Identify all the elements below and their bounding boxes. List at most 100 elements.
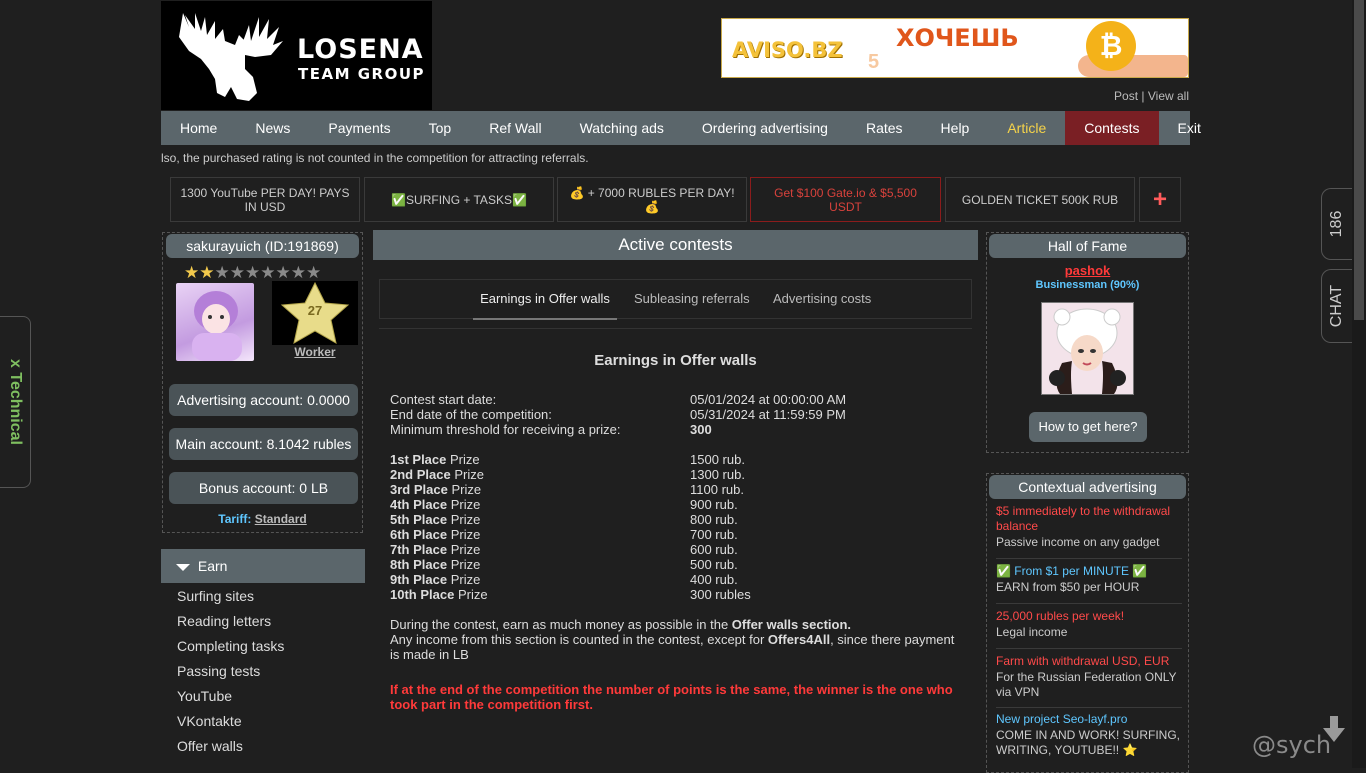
fame-status: Businessman (90%)	[1035, 279, 1140, 291]
tariff-label: Tariff:	[218, 512, 252, 526]
nav-ordering-advertising[interactable]: Ordering advertising	[683, 111, 847, 145]
contest-tabs: Earnings in Offer walls Subleasing refer…	[379, 279, 972, 320]
tab-advertising-costs[interactable]: Advertising costs	[773, 280, 871, 318]
rating-stars: ★★★★★★★★★	[184, 263, 321, 283]
contextual-title: Contextual advertising	[989, 475, 1186, 499]
post-link[interactable]: Post	[1114, 89, 1138, 103]
advertising-account-button[interactable]: Advertising account: 0.0000	[169, 384, 358, 416]
nav-payments[interactable]: Payments	[309, 111, 409, 145]
scroll-down-arrow-icon[interactable]	[1323, 716, 1345, 742]
watermark: @sych	[1252, 731, 1332, 759]
technical-tab[interactable]: x Technical	[0, 316, 31, 488]
site-logo[interactable]: LOSENA TEAM GROUP	[161, 1, 432, 110]
star-icon: ★	[229, 263, 245, 282]
bitcoin-icon: ₿	[1086, 21, 1136, 71]
page-scrollbar-thumb[interactable]	[1354, 0, 1364, 320]
tab-offer-walls[interactable]: Earnings in Offer walls	[473, 280, 617, 320]
ad-title[interactable]: 25,000 rubles per week!	[996, 609, 1182, 624]
ad-item[interactable]: 25,000 rubles per week! Legal income	[996, 609, 1182, 640]
star-icon: ★	[260, 263, 276, 282]
link-separator: |	[1141, 89, 1145, 103]
ad-item[interactable]: Farm with withdrawal USD, EUR For the Ru…	[996, 654, 1182, 700]
tie-warning: If at the end of the competition the num…	[390, 682, 953, 712]
prize-suffix: Prize	[447, 527, 481, 542]
promo-rubles[interactable]: 💰 + 7000 RUBLES PER DAY! 💰	[557, 177, 747, 222]
ad-desc: Legal income	[996, 625, 1068, 639]
sidebar-item-youtube[interactable]: YouTube	[177, 688, 232, 704]
chat-tab[interactable]: CHAT	[1321, 269, 1352, 343]
view-all-link[interactable]: View all	[1148, 89, 1189, 103]
how-to-get-here-button[interactable]: How to get here?	[1029, 412, 1147, 442]
fame-avatar[interactable]	[1041, 302, 1134, 395]
tariff-row: Tariff: Standard	[163, 512, 362, 526]
ad-title[interactable]: New project Seo-layf.pro	[996, 712, 1182, 727]
ad-desc: COME IN AND WORK! SURFING, WRITING, YOUT…	[996, 728, 1181, 757]
ad-title[interactable]: $5 immediately to the withdrawal balance	[996, 504, 1182, 534]
prize-suffix: Prize	[454, 587, 488, 602]
contest-description: During the contest, earn as much money a…	[390, 617, 851, 632]
main-header: Active contests	[373, 230, 978, 260]
ad-title[interactable]: Farm with withdrawal USD, EUR	[996, 654, 1182, 669]
sidebar-item-reading-letters[interactable]: Reading letters	[177, 613, 271, 629]
online-count: 186	[1328, 210, 1345, 238]
bonus-account-button[interactable]: Bonus account: 0 LB	[169, 472, 358, 504]
star-icon: ★	[306, 263, 322, 282]
ad-title[interactable]: ✅ From $1 per MINUTE ✅	[996, 564, 1182, 579]
add-promo-button[interactable]: +	[1139, 177, 1181, 222]
prize-place: 9th Place	[390, 572, 448, 587]
prize-suffix: Prize	[447, 482, 482, 497]
banner-links: Post | View all	[1100, 89, 1189, 103]
ad-item[interactable]: New project Seo-layf.pro COME IN AND WOR…	[996, 712, 1182, 758]
earn-section-label: Earn	[197, 558, 228, 574]
nav-help[interactable]: Help	[922, 111, 989, 145]
rank-label[interactable]: Worker	[272, 345, 358, 359]
promo-gateio[interactable]: Get $100 Gate.io & $5,500 USDT	[750, 177, 941, 222]
ad-separator	[996, 707, 1182, 708]
nav-contests[interactable]: Contests	[1065, 111, 1159, 145]
nav-news[interactable]: News	[236, 111, 309, 145]
prize-suffix: Prize	[450, 467, 484, 482]
prize-suffix: Prize	[446, 452, 480, 467]
ad-item[interactable]: ✅ From $1 per MINUTE ✅ EARN from $50 per…	[996, 564, 1182, 595]
banner-headline: ХОЧЕШЬ	[896, 24, 1019, 52]
fame-username[interactable]: pashok	[987, 263, 1188, 278]
tab-subleasing-referrals[interactable]: Subleasing referrals	[634, 280, 750, 318]
sidebar-item-surfing-sites[interactable]: Surfing sites	[177, 588, 254, 604]
nav-exit[interactable]: Exit	[1159, 111, 1220, 145]
nav-watching-ads[interactable]: Watching ads	[561, 111, 683, 145]
promo-golden-ticket[interactable]: GOLDEN TICKET 500K RUB	[945, 177, 1135, 222]
prize-value: 700 rub.	[690, 527, 738, 542]
nav-top[interactable]: Top	[410, 111, 471, 145]
star-icon: ★	[290, 263, 306, 282]
sidebar-item-vkontakte[interactable]: VKontakte	[177, 713, 242, 729]
sidebar-item-offer-walls[interactable]: Offer walls	[177, 738, 243, 754]
hall-of-fame-title: Hall of Fame	[989, 234, 1186, 258]
sidebar-item-passing-tests[interactable]: Passing tests	[177, 663, 260, 679]
prize-value: 800 rub.	[690, 512, 738, 527]
desc2-bold: Offers4All	[767, 632, 831, 647]
tabs-divider	[379, 328, 972, 329]
contest-description-2: Any income from this section is counted …	[390, 632, 965, 662]
prize-value: 1300 rub.	[690, 467, 745, 482]
nav-ref-wall[interactable]: Ref Wall	[470, 111, 560, 145]
contextual-ads-panel: Contextual advertising $5 immediately to…	[986, 473, 1189, 773]
tariff-value[interactable]: Standard	[255, 512, 307, 526]
nav-home[interactable]: Home	[161, 111, 236, 145]
ad-banner[interactable]: AVISO.BZ 5 ХОЧЕШЬ ₿	[721, 18, 1189, 78]
prize-label: 5th Place Prize	[390, 512, 480, 527]
main-account-button[interactable]: Main account: 8.1042 rubles	[169, 428, 358, 460]
avatar[interactable]	[176, 283, 254, 361]
prize-place: 2nd Place	[390, 467, 451, 482]
sidebar-item-completing-tasks[interactable]: Completing tasks	[177, 638, 284, 654]
prize-label: 8th Place Prize	[390, 557, 480, 572]
promo-youtube[interactable]: 1300 YouTube PER DAY! PAYS IN USD	[170, 177, 360, 222]
promo-surfing[interactable]: ✅SURFING + TASKS✅	[364, 177, 554, 222]
nav-article[interactable]: Article	[988, 111, 1065, 145]
prize-value: 1500 rub.	[690, 452, 745, 467]
earn-section-toggle[interactable]: Earn	[161, 549, 365, 583]
ad-item[interactable]: $5 immediately to the withdrawal balance…	[996, 504, 1182, 550]
nav-rates[interactable]: Rates	[847, 111, 922, 145]
ad-separator	[996, 558, 1182, 559]
online-count-tab[interactable]: 186	[1321, 188, 1352, 260]
prize-place: 5th Place	[390, 512, 448, 527]
